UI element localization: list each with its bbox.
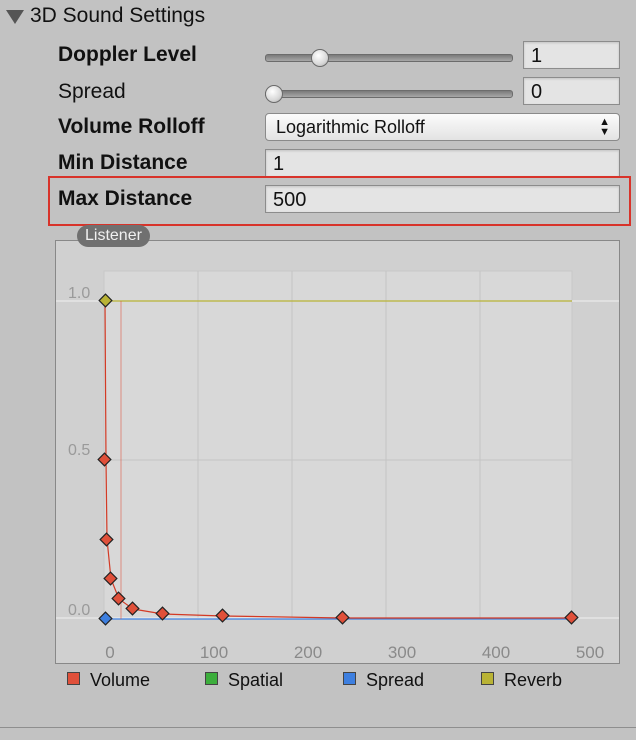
x-tick-0: 0: [105, 643, 114, 662]
y-tick-0.5: 0.5: [68, 442, 90, 459]
legend-spread[interactable]: Spread: [343, 670, 424, 690]
volume-rolloff-label: Volume Rolloff: [58, 115, 205, 138]
volume-swatch-icon: [67, 672, 80, 685]
spread-field[interactable]: 0: [523, 77, 620, 105]
doppler-level-slider-thumb[interactable]: [310, 49, 329, 67]
x-tick-500: 500: [576, 643, 604, 662]
dropdown-arrows-icon: ▲ ▼: [599, 116, 610, 138]
volume-rolloff-value: Logarithmic Rolloff: [276, 117, 425, 137]
section-title[interactable]: 3D Sound Settings: [30, 4, 205, 28]
bottom-divider: [0, 727, 636, 728]
spread-slider[interactable]: [265, 90, 513, 98]
spread-swatch-icon: [343, 672, 356, 685]
doppler-level-label: Doppler Level: [58, 43, 197, 66]
y-tick-0.0: 0.0: [68, 602, 90, 619]
listener-badge: Listener: [77, 225, 150, 247]
collapse-triangle-icon[interactable]: [6, 10, 24, 24]
max-distance-highlight: [48, 176, 631, 226]
legend-spread-label: Spread: [366, 670, 425, 690]
x-tick-400: 400: [482, 643, 510, 662]
plot-area: [103, 270, 573, 619]
doppler-level-field[interactable]: 1: [523, 41, 620, 69]
spread-slider-thumb[interactable]: [265, 85, 283, 103]
legend-spatial-label: Spatial: [228, 670, 284, 690]
min-distance-label: Min Distance: [58, 151, 188, 174]
volume-rolloff-dropdown[interactable]: Logarithmic Rolloff ▲ ▼: [265, 113, 620, 141]
legend-volume-label: Volume: [90, 670, 151, 690]
spread-label: Spread: [58, 80, 126, 103]
min-distance-field[interactable]: 1: [265, 149, 620, 177]
x-tick-300: 300: [388, 643, 416, 662]
legend-reverb-label: Reverb: [504, 670, 563, 690]
doppler-level-slider[interactable]: [265, 54, 513, 62]
x-tick-100: 100: [200, 643, 228, 662]
spatial-swatch-icon: [205, 672, 218, 685]
rolloff-graph[interactable]: 1.0 0.5 0.0 0 100 200 300 400 500: [55, 240, 620, 664]
reverb-swatch-icon: [481, 672, 494, 685]
y-tick-1.0: 1.0: [68, 285, 90, 302]
rolloff-graph-canvas[interactable]: 1.0 0.5 0.0 0 100 200 300 400 500: [56, 241, 619, 663]
legend-reverb[interactable]: Reverb: [481, 670, 562, 690]
legend-volume[interactable]: Volume: [67, 670, 150, 690]
legend-spatial[interactable]: Spatial: [205, 670, 283, 690]
x-tick-200: 200: [294, 643, 322, 662]
